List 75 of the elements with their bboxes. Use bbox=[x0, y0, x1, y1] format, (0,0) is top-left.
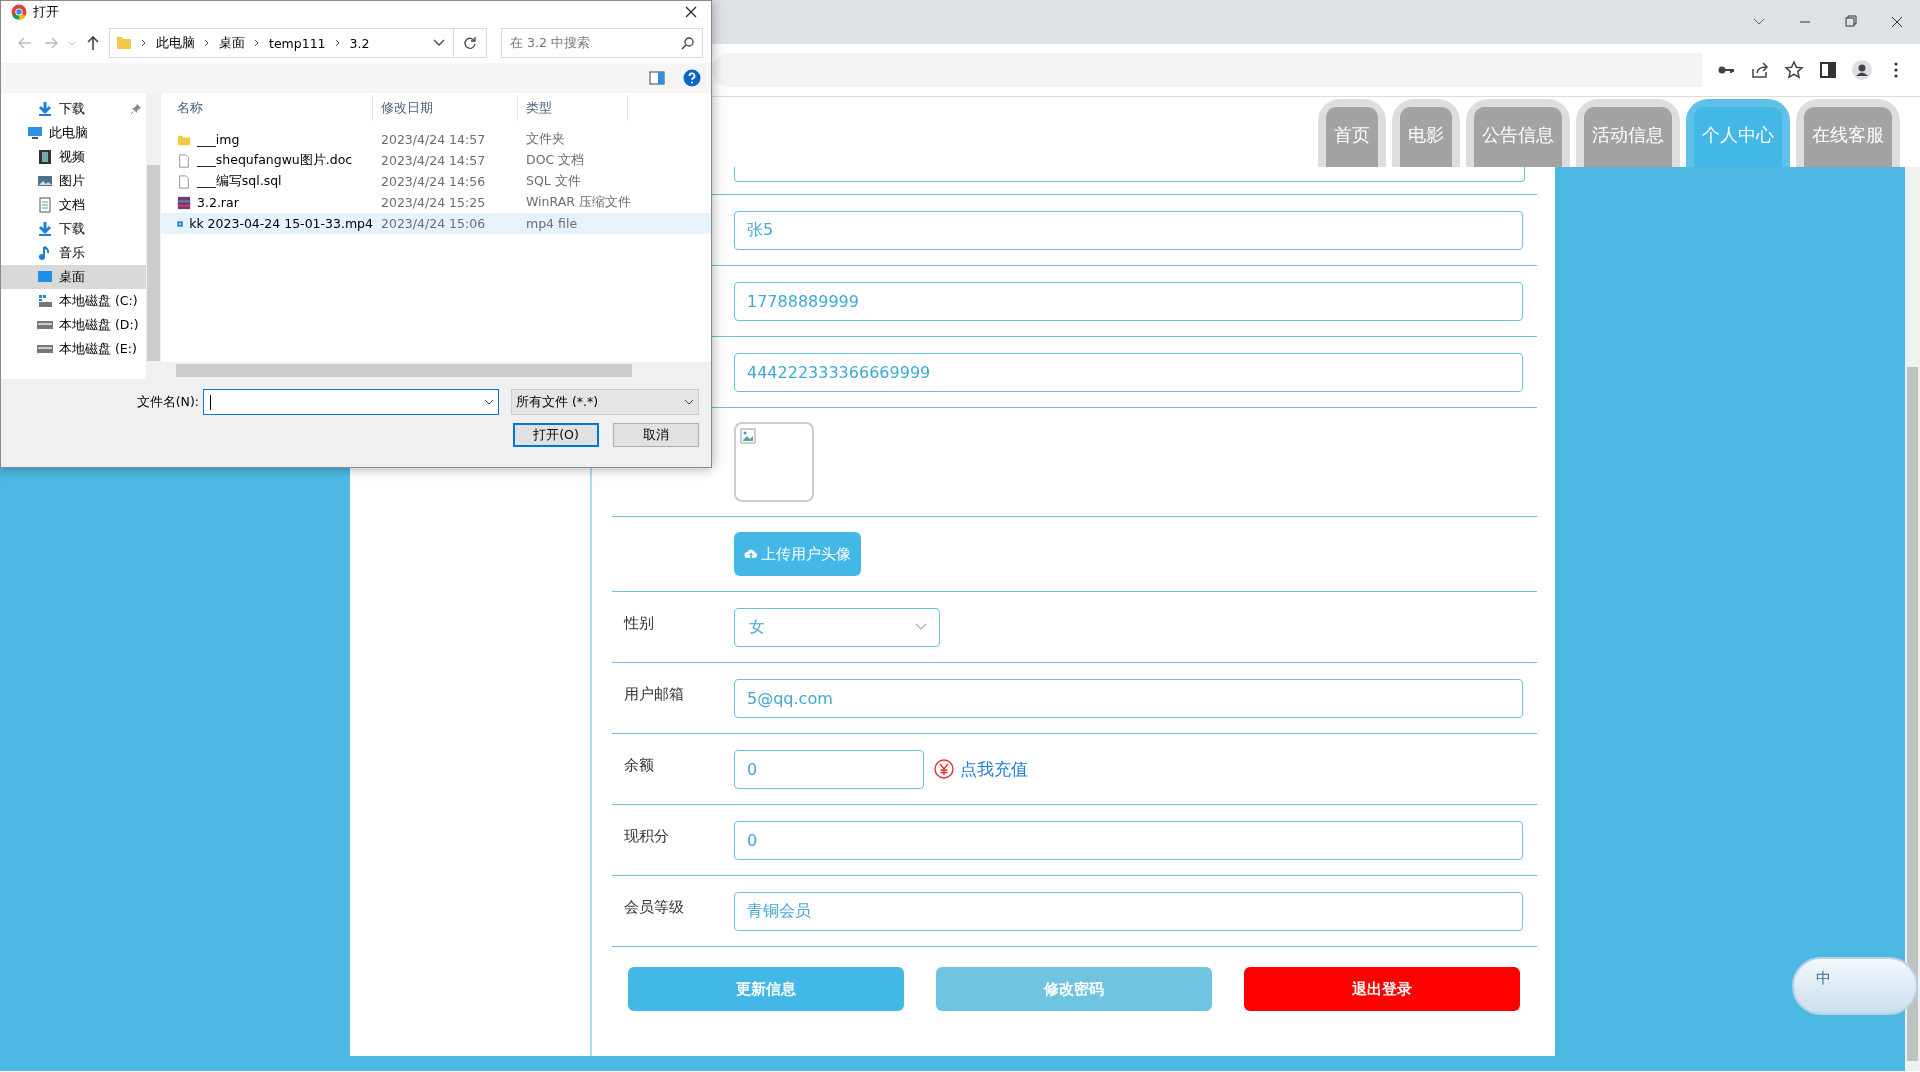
system-drive-icon bbox=[37, 293, 53, 309]
ime-widget[interactable]: 中 bbox=[1792, 957, 1918, 1015]
column-header[interactable]: 名称 bbox=[161, 95, 373, 121]
file-row[interactable]: ___编写sql.sql 2023/4/24 14:56 SQL 文件 bbox=[161, 171, 711, 192]
picture-icon bbox=[37, 173, 53, 189]
file-row[interactable]: 3.2.rar 2023/4/24 15:25 WinRAR 压缩文件 bbox=[161, 192, 711, 213]
breadcrumb-item[interactable]: 桌面 bbox=[219, 34, 245, 52]
file-row[interactable]: kk 2023-04-24 15-01-33.mp4 2023/4/24 15:06 mp4 file bbox=[161, 213, 711, 234]
chevron-right-icon[interactable] bbox=[253, 39, 261, 47]
file-type-select[interactable]: 所有文件 (*.*) bbox=[511, 389, 699, 415]
file-name-label: 文件名(N): bbox=[136, 393, 199, 411]
dialog-title: 打开 bbox=[33, 3, 60, 21]
star-icon[interactable] bbox=[1784, 60, 1804, 80]
side-panel-icon[interactable] bbox=[1818, 60, 1838, 80]
recharge-link[interactable]: 点我充值 bbox=[960, 757, 1028, 781]
pc-icon bbox=[27, 125, 43, 141]
chevron-down-icon[interactable] bbox=[484, 399, 494, 405]
nav-pane-item[interactable]: 下载 bbox=[1, 217, 146, 241]
scrollbar[interactable] bbox=[161, 362, 711, 379]
video-icon bbox=[37, 149, 53, 165]
chevron-down-icon bbox=[915, 623, 927, 631]
chevron-right-icon[interactable] bbox=[333, 39, 342, 47]
field-label: 余额 bbox=[623, 755, 655, 775]
search-icon[interactable] bbox=[681, 36, 694, 50]
share-icon[interactable] bbox=[1750, 60, 1770, 80]
breadcrumb-item[interactable]: temp111 bbox=[269, 35, 326, 51]
nav-pane-item[interactable]: 文档 bbox=[1, 193, 146, 217]
breadcrumb-item[interactable]: 此电脑 bbox=[156, 34, 195, 52]
nav-pane-item[interactable]: 本地磁盘 (C:) bbox=[1, 289, 146, 313]
download-icon bbox=[37, 101, 53, 117]
profile-icon[interactable] bbox=[1852, 60, 1872, 80]
nav-pane-item[interactable]: 此电脑 bbox=[1, 121, 146, 145]
browser-logo-icon bbox=[11, 4, 27, 20]
cloud-upload-icon bbox=[744, 548, 758, 560]
nav-pane-item[interactable]: 桌面 bbox=[1, 265, 146, 289]
column-header[interactable]: 修改日期 bbox=[373, 95, 518, 121]
nav-pane-item[interactable]: 视频 bbox=[1, 145, 146, 169]
nav-pane-item[interactable]: 本地磁盘 (E:) bbox=[1, 337, 146, 361]
chevron-down-icon[interactable] bbox=[433, 39, 445, 47]
file-row[interactable]: ___shequfangwu图片.doc 2023/4/24 14:57 DOC 文档 bbox=[161, 150, 711, 171]
field-label: 现积分 bbox=[623, 826, 670, 846]
file-row[interactable]: ___img 2023/4/24 14:57 文件夹 bbox=[161, 129, 711, 150]
document-icon bbox=[177, 174, 191, 189]
open-button[interactable]: 打开(O) bbox=[513, 423, 599, 447]
folder-icon bbox=[116, 35, 132, 51]
logout-button[interactable]: 退出登录 bbox=[1244, 967, 1520, 1011]
chevron-right-icon[interactable] bbox=[203, 39, 211, 47]
scrollbar[interactable] bbox=[1905, 167, 1920, 1071]
breadcrumb-item[interactable]: 3.2 bbox=[349, 35, 370, 51]
search-field[interactable]: 在 3.2 中搜索 bbox=[501, 28, 703, 58]
file-name-field[interactable] bbox=[203, 389, 499, 415]
field-label: 会员等级 bbox=[623, 897, 685, 917]
close-icon bbox=[685, 6, 697, 18]
chevron-right-icon[interactable] bbox=[140, 39, 148, 47]
document-icon bbox=[177, 153, 191, 168]
nav-pane-item[interactable]: 下载 bbox=[1, 97, 146, 121]
input-field[interactable] bbox=[734, 167, 1525, 182]
download-icon bbox=[37, 221, 53, 237]
column-header[interactable]: 类型 bbox=[518, 95, 628, 121]
address-bar[interactable]: 此电脑 桌面 temp111 3.2 bbox=[109, 28, 487, 58]
nav-pane-item[interactable]: 音乐 bbox=[1, 241, 146, 265]
help-icon[interactable] bbox=[683, 69, 701, 87]
nav-pane-item[interactable]: 图片 bbox=[1, 169, 146, 193]
refresh-icon[interactable] bbox=[463, 36, 477, 50]
document-icon bbox=[37, 197, 53, 213]
desktop-icon bbox=[37, 269, 53, 285]
preview-pane-icon[interactable] bbox=[649, 71, 665, 85]
nav-pane-item[interactable]: 本地磁盘 (D:) bbox=[1, 313, 146, 337]
scrollbar[interactable] bbox=[146, 93, 161, 379]
cancel-button[interactable]: 取消 bbox=[613, 423, 699, 447]
yen-icon bbox=[934, 759, 954, 779]
field-label: 性别 bbox=[622, 613, 655, 633]
field-label: 用户邮箱 bbox=[623, 684, 685, 704]
archive-icon bbox=[177, 195, 191, 210]
chevron-down-icon bbox=[684, 399, 694, 405]
